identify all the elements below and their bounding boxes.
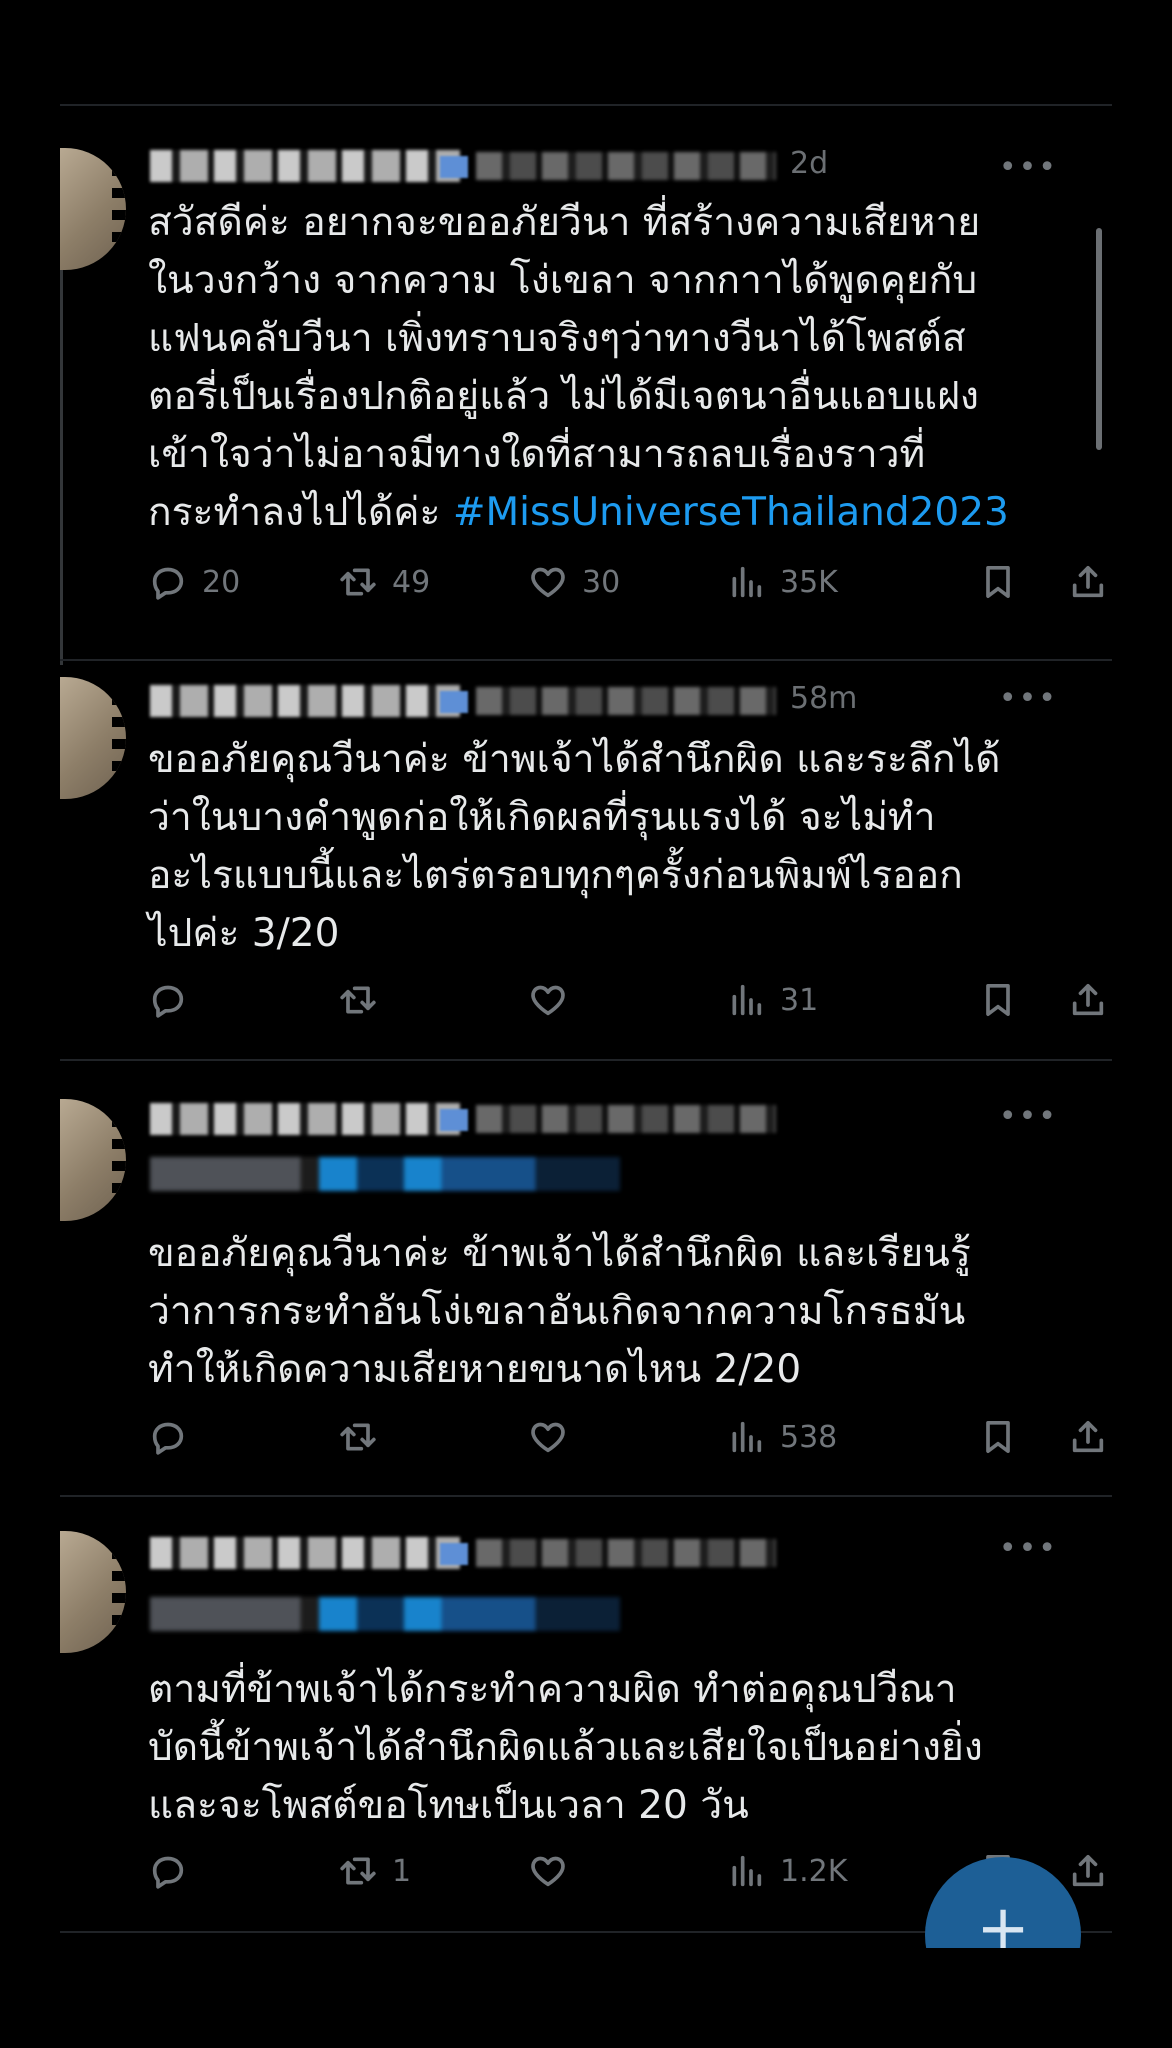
bookmark-icon [986, 984, 1010, 1016]
tweet-header [150, 1533, 870, 1573]
tweet-actions: 31 [148, 976, 1104, 1024]
avatar[interactable] [60, 1531, 126, 1653]
tweet-header [150, 1099, 870, 1139]
like-button[interactable] [528, 1413, 582, 1461]
bookmark-button[interactable] [978, 976, 1018, 1024]
views-icon [732, 984, 762, 1016]
more-icon[interactable]: ••• [999, 1531, 1058, 1566]
tweet-text: ขออภัยคุณวีนาค่ะ ข้าพเจ้าได้สำนึกผิด และ… [148, 1231, 971, 1392]
like-button[interactable] [528, 976, 582, 1024]
tweet-actions: 1 1.2K [148, 1847, 1104, 1895]
bookmark-button[interactable] [978, 1413, 1018, 1461]
tweet-header: 2d [150, 146, 870, 186]
views-button[interactable]: 31 [726, 976, 818, 1024]
retweet-count: 49 [392, 564, 431, 600]
tweet-text: สวัสดีค่ะ อยากจะขออภัยวีนา ที่สร้างความเ… [148, 194, 1108, 542]
views-icon [732, 1855, 762, 1887]
bookmark-icon [986, 566, 1010, 598]
tweet-actions: 538 [148, 1413, 1104, 1461]
bookmark-button[interactable] [978, 558, 1018, 606]
like-icon [531, 567, 565, 598]
blurred-display-name[interactable] [150, 1537, 460, 1569]
share-button[interactable] [1068, 1847, 1108, 1895]
views-count: 35K [780, 564, 838, 600]
verified-badge [440, 691, 468, 713]
reply-icon [152, 1856, 184, 1889]
retweet-count: 1 [392, 1853, 412, 1889]
blurred-handle[interactable] [476, 152, 776, 180]
share-button[interactable] [1068, 976, 1108, 1024]
like-icon [531, 1856, 565, 1887]
like-icon [531, 1422, 565, 1453]
blurred-display-name[interactable] [150, 685, 460, 717]
verified-badge [440, 1109, 468, 1131]
retweet-icon [340, 568, 376, 596]
share-button[interactable] [1068, 1413, 1108, 1461]
tweet-3[interactable]: ••• ขออภัยคุณวีนาค่ะ ข้าพเจ้าได้สำนึกผิด… [60, 1061, 1112, 1497]
more-icon[interactable]: ••• [999, 150, 1058, 185]
tweet-text: ตามที่ข้าพเจ้าได้กระทำความผิด ทำต่อคุณปว… [148, 1667, 983, 1828]
views-button[interactable]: 35K [726, 558, 838, 606]
blurred-handle[interactable] [476, 1105, 776, 1133]
bookmark-icon [986, 1421, 1010, 1453]
tweet-1[interactable]: 2d ••• สวัสดีค่ะ อยากจะขออภัยวีนา ที่สร้… [60, 106, 1112, 661]
views-icon [732, 1421, 762, 1453]
reply-button[interactable] [148, 1413, 202, 1461]
reply-icon [152, 1422, 184, 1455]
replying-to-line[interactable] [150, 1597, 620, 1631]
blurred-display-name[interactable] [150, 1103, 460, 1135]
like-button[interactable] [528, 1847, 582, 1895]
share-icon [1072, 1855, 1104, 1887]
share-icon [1072, 566, 1104, 598]
like-icon [531, 985, 565, 1016]
retweet-icon [340, 1857, 376, 1885]
tweet-4[interactable]: ••• ตามที่ข้าพเจ้าได้กระทำความผิด ทำต่อค… [60, 1497, 1112, 1933]
views-icon [732, 566, 762, 598]
retweet-icon [340, 1423, 376, 1451]
hashtag-link[interactable]: #MissUniverseThailand2023 [453, 490, 1009, 535]
share-icon [1072, 984, 1104, 1016]
tweet-timestamp[interactable]: 2d [790, 146, 828, 181]
retweet-button[interactable] [338, 1413, 392, 1461]
views-button[interactable]: 1.2K [726, 1847, 847, 1895]
reply-button[interactable] [148, 976, 202, 1024]
views-count: 31 [780, 982, 819, 1018]
blurred-handle[interactable] [476, 1539, 776, 1567]
blurred-display-name[interactable] [150, 150, 460, 182]
verified-badge [440, 1543, 468, 1565]
bottom-crop-area [0, 1948, 1172, 2048]
tweet-text: ขออภัยคุณวีนาค่ะ ข้าพเจ้าได้สำนึกผิด และ… [148, 737, 1001, 956]
retweet-button[interactable]: 49 [338, 558, 430, 606]
views-button[interactable]: 538 [726, 1413, 837, 1461]
like-button[interactable]: 30 [528, 558, 620, 606]
views-count: 538 [780, 1419, 838, 1455]
reply-count: 20 [202, 564, 241, 600]
blurred-handle[interactable] [476, 687, 776, 715]
more-icon[interactable]: ••• [999, 681, 1058, 716]
tweet-actions: 20 49 30 35K [148, 558, 1104, 606]
avatar[interactable] [60, 148, 126, 270]
more-icon[interactable]: ••• [999, 1099, 1058, 1134]
retweet-icon [340, 986, 376, 1014]
reply-button[interactable] [148, 1847, 202, 1895]
avatar[interactable] [60, 677, 126, 799]
tweet-2[interactable]: 58m ••• ขออภัยคุณวีนาค่ะ ข้าพเจ้าได้สำนึ… [60, 661, 1112, 1061]
avatar[interactable] [60, 1099, 126, 1221]
replying-to-line[interactable] [150, 1157, 620, 1191]
retweet-button[interactable] [338, 976, 392, 1024]
reply-icon [152, 567, 184, 600]
like-count: 30 [582, 564, 621, 600]
verified-badge [440, 156, 468, 178]
tweet-header: 58m [150, 681, 870, 721]
views-count: 1.2K [780, 1853, 848, 1889]
reply-button[interactable]: 20 [148, 558, 240, 606]
share-icon [1072, 1421, 1104, 1453]
retweet-button[interactable]: 1 [338, 1847, 411, 1895]
reply-icon [152, 985, 184, 1018]
tweet-timestamp[interactable]: 58m [790, 681, 857, 716]
tweet-body: สวัสดีค่ะ อยากจะขออภัยวีนา ที่สร้างความเ… [148, 200, 981, 535]
share-button[interactable] [1068, 558, 1108, 606]
